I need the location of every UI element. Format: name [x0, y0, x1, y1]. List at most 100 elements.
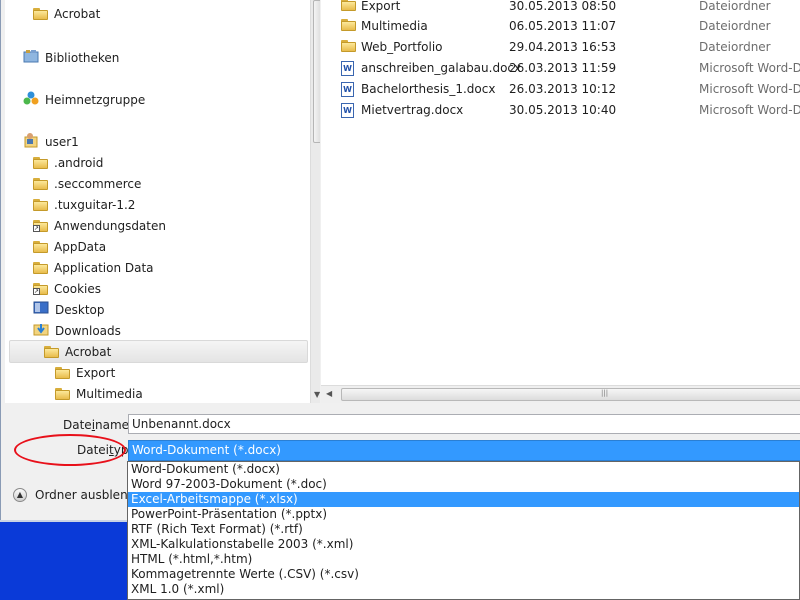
folder-icon [55, 387, 70, 400]
annotation-ellipse [14, 434, 126, 466]
nav-item-label: Bibliotheken [45, 50, 120, 65]
filetype-option[interactable]: RTF (Rich Text Format) (*.rtf) [128, 522, 799, 537]
filetype-option[interactable]: HTML (*.html,*.htm) [128, 552, 799, 567]
word-document-icon: W [341, 102, 354, 118]
nav-item-label: Cookies [54, 281, 101, 296]
user-folder-icon [23, 132, 39, 151]
scroll-thumb[interactable] [313, 0, 320, 143]
navigation-pane: Acrobat Bibliotheken Heimnetzgruppe user… [5, 0, 320, 403]
nav-item-cookies[interactable]: ↗ Cookies [33, 278, 101, 299]
file-row[interactable]: Export 30.05.2013 08:50 Dateiordner [321, 0, 800, 16]
nav-item-application-data[interactable]: Application Data [33, 257, 154, 278]
folder-icon [341, 19, 356, 34]
folder-icon [33, 177, 48, 190]
file-row[interactable]: W Mietvertrag.docx 30.05.2013 10:40 Micr… [321, 99, 800, 120]
nav-item-label: Acrobat [54, 6, 101, 21]
folder-icon [33, 261, 48, 274]
file-list-horizontal-scrollbar[interactable]: ◀ ||| [321, 385, 800, 403]
filetype-option[interactable]: PowerPoint-Präsentation (*.pptx) [128, 507, 799, 522]
filename-input[interactable]: Unbenannt.docx [128, 414, 800, 434]
file-name: Bachelorthesis_1.docx [361, 81, 496, 96]
file-name: Export [361, 0, 401, 13]
nav-item-downloads[interactable]: Downloads [33, 320, 121, 341]
nav-item-tuxguitar[interactable]: .tuxguitar-1.2 [33, 194, 135, 215]
nav-item-user1[interactable]: user1 [23, 131, 79, 152]
nav-item-label: Application Data [54, 260, 154, 275]
folder-shortcut-icon: ↗ [33, 282, 48, 295]
file-name: anschreiben_galabau.docx [361, 60, 522, 75]
nav-item-label: .android [54, 155, 104, 170]
grip-icon: ||| [601, 389, 609, 397]
folder-icon [33, 240, 48, 253]
filename-label: Dateiname: [63, 418, 134, 432]
word-document-icon: W [341, 60, 354, 76]
nav-item-label: Acrobat [65, 344, 112, 359]
filetype-option[interactable]: XML-Kalkulationstabelle 2003 (*.xml) [128, 537, 799, 552]
file-row[interactable]: Multimedia 06.05.2013 11:07 Dateiordner [321, 15, 800, 36]
folder-icon [44, 345, 59, 358]
filetype-option[interactable]: Word 97-2003-Dokument (*.doc) [128, 477, 799, 492]
nav-item-seccommerce[interactable]: .seccommerce [33, 173, 141, 194]
file-type: Microsoft Word-D... [699, 60, 800, 75]
file-date: 30.05.2013 08:50 [509, 0, 617, 13]
library-icon [23, 49, 39, 66]
filetype-option[interactable]: Word-Dokument (*.docx) [128, 462, 799, 477]
nav-item-label: user1 [45, 134, 79, 149]
nav-item-label: Heimnetzgruppe [45, 92, 146, 107]
chevron-up-icon: ▲ [13, 488, 27, 502]
nav-item-label: Anwendungsdaten [54, 218, 166, 233]
desktop-icon [33, 301, 49, 318]
file-date: 29.04.2013 16:53 [509, 39, 617, 54]
folder-icon [341, 40, 356, 55]
file-date: 30.05.2013 10:40 [509, 102, 617, 117]
file-date: 26.03.2013 10:12 [509, 81, 617, 96]
nav-item-acrobat-selected[interactable]: Acrobat [9, 340, 308, 363]
folder-shortcut-icon: ↗ [33, 219, 48, 232]
file-list: Export 30.05.2013 08:50 Dateiordner Mult… [321, 0, 800, 403]
nav-item-acrobat-top[interactable]: Acrobat [33, 3, 100, 24]
nav-item-bibliotheken[interactable]: Bibliotheken [23, 47, 119, 68]
filetype-option[interactable]: Excel-Arbeitsmappe (*.xlsx) [128, 492, 799, 507]
downloads-folder-icon [33, 322, 49, 339]
nav-vertical-scrollbar[interactable]: ▼ [310, 0, 320, 403]
file-row[interactable]: Web_Portfolio 29.04.2013 16:53 Dateiordn… [321, 36, 800, 57]
folder-icon [33, 156, 48, 169]
homegroup-icon [23, 90, 39, 109]
folder-icon [341, 0, 356, 14]
folder-icon [55, 366, 70, 379]
nav-item-android[interactable]: .android [33, 152, 103, 173]
nav-item-label: AppData [54, 239, 107, 254]
file-name: Multimedia [361, 18, 428, 33]
file-name: Mietvertrag.docx [361, 102, 464, 117]
folder-icon [33, 198, 48, 211]
file-type: Microsoft Word-D... [699, 81, 800, 96]
folder-icon [33, 7, 48, 20]
file-row[interactable]: W Bachelorthesis_1.docx 26.03.2013 10:12… [321, 78, 800, 99]
scroll-thumb[interactable] [341, 388, 800, 401]
nav-item-label: Multimedia [76, 386, 143, 401]
file-type: Dateiordner [699, 18, 771, 33]
nav-item-label: .tuxguitar-1.2 [54, 197, 136, 212]
scroll-left-arrow-icon[interactable]: ◀ [326, 389, 332, 398]
scroll-down-arrow-icon[interactable]: ▼ [314, 390, 320, 399]
nav-item-multimedia[interactable]: Multimedia [55, 383, 143, 403]
filetype-option[interactable]: XML 1.0 (*.xml) [128, 582, 799, 597]
nav-item-appdata[interactable]: AppData [33, 236, 106, 257]
file-name: Web_Portfolio [361, 39, 443, 54]
filetype-select[interactable]: Word-Dokument (*.docx) [128, 440, 800, 461]
file-date: 06.05.2013 11:07 [509, 18, 617, 33]
file-type: Dateiordner [699, 0, 771, 13]
nav-item-heimnetzgruppe[interactable]: Heimnetzgruppe [23, 89, 145, 110]
nav-item-label: Desktop [55, 302, 105, 317]
nav-item-label: .seccommerce [54, 176, 142, 191]
hide-folders-button[interactable]: ▲ Ordner ausblende [13, 488, 143, 502]
nav-item-label: Downloads [55, 323, 121, 338]
nav-item-export[interactable]: Export [55, 362, 115, 383]
nav-item-desktop[interactable]: Desktop [33, 299, 105, 320]
filetype-option[interactable]: Kommagetrennte Werte (.CSV) (*.csv) [128, 567, 799, 582]
file-row[interactable]: W anschreiben_galabau.docx 26.03.2013 11… [321, 57, 800, 78]
nav-item-anwendungsdaten[interactable]: ↗ Anwendungsdaten [33, 215, 166, 236]
word-document-icon: W [341, 81, 354, 97]
file-date: 26.03.2013 11:59 [509, 60, 617, 75]
file-type: Microsoft Word-D... [699, 102, 800, 117]
